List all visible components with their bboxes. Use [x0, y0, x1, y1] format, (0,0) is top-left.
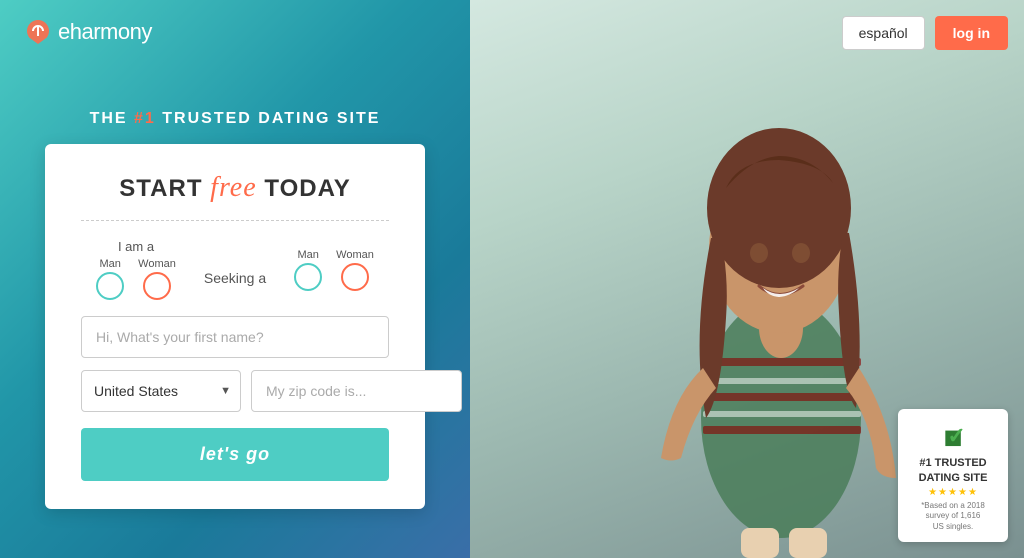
i-am-options: Man Woman: [96, 258, 176, 300]
trust-badge-icon-wrapper: ■ ✓: [943, 419, 962, 456]
tagline: THE #1 TRUSTED DATING SITE: [90, 110, 381, 128]
signup-form-card: START free TODAY I am a Man Woman: [45, 144, 425, 509]
lets-go-button[interactable]: let's go: [81, 428, 389, 481]
eharmony-logo-icon: [24, 18, 52, 46]
trust-badge-stars: ★★★★★: [910, 487, 996, 498]
seeking-woman-option[interactable]: Woman: [336, 249, 374, 291]
title-start: START: [119, 175, 210, 202]
country-select[interactable]: United States Canada United Kingdom Aust…: [81, 370, 241, 412]
espanol-button[interactable]: español: [842, 16, 925, 50]
woman-label-2: Woman: [336, 249, 374, 261]
i-am-group: I am a Man Woman: [96, 239, 176, 300]
tagline-prefix: THE: [90, 110, 134, 127]
left-panel: eharmony THE #1 TRUSTED DATING SITE STAR…: [0, 0, 470, 558]
form-divider: [81, 220, 389, 221]
seeking-options: Man Woman: [294, 249, 374, 291]
i-am-woman-radio[interactable]: [143, 272, 171, 300]
i-am-man-radio[interactable]: [96, 272, 124, 300]
i-am-label: I am a: [118, 239, 154, 254]
logo-area: eharmony: [24, 18, 152, 46]
trust-badge-title: #1 TRUSTED DATING SITE: [910, 456, 996, 485]
form-title: START free TODAY: [81, 172, 389, 204]
tagline-suffix: TRUSTED DATING SITE: [156, 110, 381, 127]
country-select-wrapper: United States Canada United Kingdom Aust…: [81, 370, 241, 412]
man-label-1: Man: [99, 258, 120, 270]
first-name-input[interactable]: [81, 316, 389, 358]
seeking-man-radio[interactable]: [294, 263, 322, 291]
checkmark-icon: ✓: [947, 423, 965, 449]
seeking-man-option[interactable]: Man: [294, 249, 322, 291]
title-free: free: [210, 172, 257, 203]
location-row: United States Canada United Kingdom Aust…: [81, 370, 389, 412]
seeking-group: Man Woman: [294, 249, 374, 291]
seeking-woman-radio[interactable]: [341, 263, 369, 291]
i-am-woman-option[interactable]: Woman: [138, 258, 176, 300]
title-end: TODAY: [257, 175, 351, 202]
seeking-label: Seeking a: [196, 270, 274, 286]
gender-row: I am a Man Woman Seeking a: [81, 239, 389, 300]
trust-badge: ■ ✓ #1 TRUSTED DATING SITE ★★★★★ *Based …: [898, 409, 1008, 542]
header-buttons: español log in: [842, 16, 1008, 50]
zip-code-input[interactable]: [251, 370, 462, 412]
right-panel: español log in ■ ✓ #1 TRUSTED DATING SIT…: [470, 0, 1024, 558]
woman-label-1: Woman: [138, 258, 176, 270]
logo-text: eharmony: [58, 19, 152, 45]
man-label-2: Man: [297, 249, 318, 261]
tagline-highlight: #1: [134, 110, 156, 127]
login-button[interactable]: log in: [935, 16, 1008, 50]
trust-badge-subtitle: *Based on a 2018 survey of 1,616 US sing…: [910, 501, 996, 532]
i-am-man-option[interactable]: Man: [96, 258, 124, 300]
